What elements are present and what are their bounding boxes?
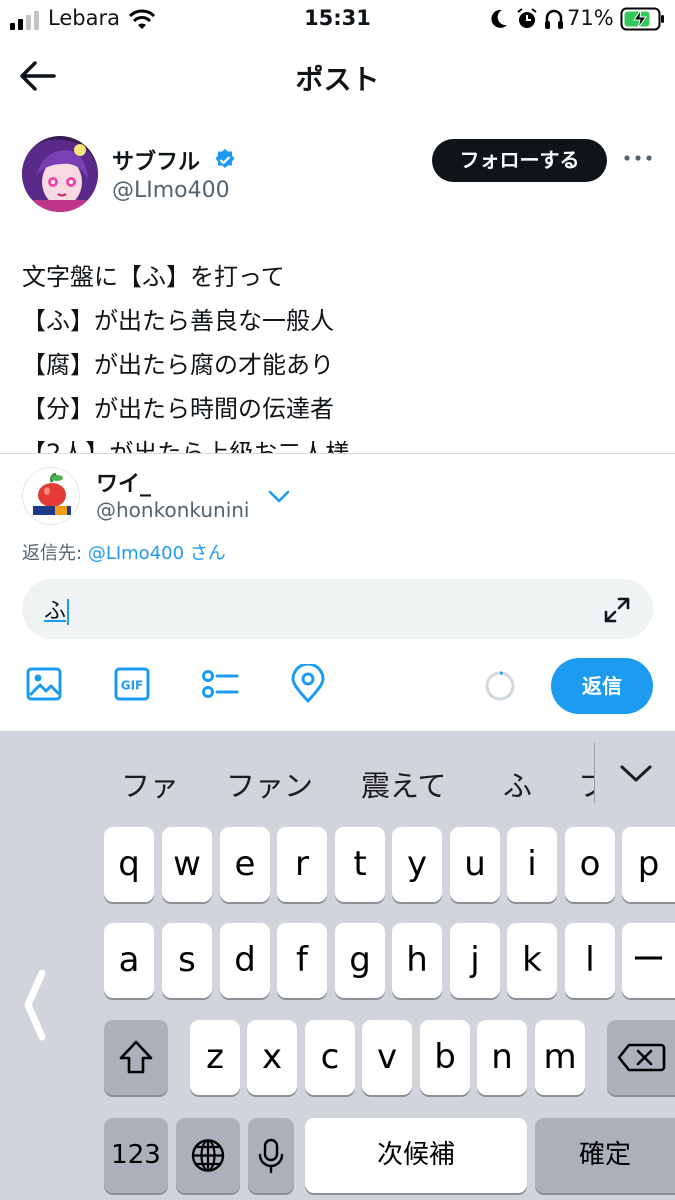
author-name[interactable]: サブフル — [112, 144, 200, 176]
globe-icon — [191, 1139, 225, 1172]
key-long-vowel[interactable]: ー — [622, 923, 675, 998]
key-s[interactable]: s — [162, 923, 212, 998]
post-line: 【2人】が出たら上級お二人様 — [22, 439, 350, 453]
candidate-1[interactable]: ファ — [121, 763, 179, 805]
key-u[interactable]: u — [450, 827, 500, 902]
key-t[interactable]: t — [335, 827, 385, 902]
key-g[interactable]: g — [335, 923, 385, 998]
shift-icon — [119, 1040, 153, 1074]
shift-key[interactable] — [104, 1020, 168, 1095]
reply-to-label: 返信先: — [22, 543, 83, 564]
text-caret — [67, 599, 70, 625]
reply-input[interactable]: ふ — [22, 579, 653, 639]
space-next-candidate-key[interactable]: 次候補 — [305, 1118, 527, 1193]
post-line: 【分】が出たら時間の伝達者 — [22, 395, 334, 423]
candidate-4[interactable]: ふ — [503, 763, 532, 805]
reply-input-value: ふ — [44, 599, 67, 624]
key-x[interactable]: x — [247, 1020, 297, 1095]
key-w[interactable]: w — [162, 827, 212, 902]
reply-button[interactable]: 返信 — [551, 658, 653, 714]
delete-key[interactable] — [607, 1020, 675, 1095]
key-e[interactable]: e — [220, 827, 270, 902]
alarm-icon — [517, 8, 537, 28]
headphones-icon — [545, 9, 563, 29]
post-body-clip: 文字盤に【ふ】を打って 【ふ】が出たら善良な一般人 【腐】が出たら腐の才能あり … — [0, 250, 675, 453]
key-k[interactable]: k — [507, 923, 557, 998]
expand-icon[interactable] — [602, 595, 632, 625]
author-avatar[interactable] — [22, 136, 98, 212]
candidate-2[interactable]: ファン — [226, 763, 313, 805]
image-icon[interactable] — [24, 664, 64, 704]
verified-badge-icon — [215, 149, 235, 168]
numbers-key[interactable]: 123 — [104, 1118, 168, 1193]
key-d[interactable]: d — [220, 923, 270, 998]
key-q[interactable]: q — [104, 827, 154, 902]
reply-to-mention[interactable]: @LImo400 — [88, 543, 184, 564]
page-title: ポスト — [295, 63, 380, 96]
key-a[interactable]: a — [104, 923, 154, 998]
post-line: 【腐】が出たら腐の才能あり — [22, 351, 334, 379]
post-line: 文字盤に【ふ】を打って — [22, 263, 285, 291]
key-z[interactable]: z — [190, 1020, 240, 1095]
key-y[interactable]: y — [392, 827, 442, 902]
svg-text:GIF: GIF — [121, 679, 144, 693]
key-b[interactable]: b — [420, 1020, 470, 1095]
key-c[interactable]: c — [305, 1020, 355, 1095]
moon-icon — [491, 9, 507, 28]
reply-input-text[interactable]: ふ — [44, 593, 70, 625]
account-switch-chevron-icon[interactable] — [266, 486, 292, 506]
divider — [0, 453, 675, 454]
battery-percent: 71% — [567, 6, 614, 30]
character-count-ring-icon — [485, 671, 515, 701]
reply-user-handle: @honkonkunini — [96, 498, 250, 522]
keyboard-shift-left-icon[interactable] — [22, 969, 48, 1041]
battery-charging-icon — [620, 7, 664, 31]
location-icon[interactable] — [288, 664, 328, 704]
key-j[interactable]: j — [450, 923, 500, 998]
post-line: 【ふ】が出たら善良な一般人 — [22, 307, 334, 335]
key-n[interactable]: n — [477, 1020, 527, 1095]
key-v[interactable]: v — [362, 1020, 412, 1095]
expand-candidates-chevron-icon[interactable] — [618, 759, 654, 787]
author-handle[interactable]: @LImo400 — [112, 178, 230, 203]
reply-user-avatar[interactable] — [22, 467, 80, 525]
key-m[interactable]: m — [535, 1020, 585, 1095]
key-l[interactable]: l — [565, 923, 615, 998]
key-r[interactable]: r — [277, 827, 327, 902]
poll-icon[interactable] — [200, 664, 240, 704]
confirm-key[interactable]: 確定 — [535, 1118, 675, 1193]
globe-key[interactable] — [176, 1118, 240, 1193]
reply-user-name: ワイ_ — [96, 472, 152, 497]
key-p[interactable]: p — [622, 827, 675, 902]
key-o[interactable]: o — [565, 827, 615, 902]
post-text: 文字盤に【ふ】を打って 【ふ】が出たら善良な一般人 【腐】が出たら腐の才能あり … — [22, 255, 642, 453]
microphone-icon — [258, 1138, 284, 1174]
keyboard: ファ ファン 震えて ふ フ q w e r t y u i o p a s d… — [0, 731, 675, 1200]
reply-to-line: 返信先: @LImo400 さん — [22, 539, 226, 565]
gif-icon[interactable]: GIF — [112, 664, 152, 704]
key-f[interactable]: f — [277, 923, 327, 998]
candidate-5-clip: フ — [578, 763, 594, 803]
key-h[interactable]: h — [392, 923, 442, 998]
more-options-icon[interactable] — [622, 148, 654, 168]
key-i[interactable]: i — [507, 827, 557, 902]
candidate-separator — [594, 743, 595, 803]
status-bar: Lebara 15:31 71% — [0, 0, 675, 40]
follow-button[interactable]: フォローする — [432, 139, 607, 182]
delete-backspace-icon — [617, 1043, 666, 1072]
candidate-3[interactable]: 震えて — [361, 763, 447, 805]
candidate-5[interactable]: フ — [578, 763, 594, 803]
dictation-key[interactable] — [248, 1118, 294, 1193]
reply-to-suffix: さん — [189, 543, 226, 564]
